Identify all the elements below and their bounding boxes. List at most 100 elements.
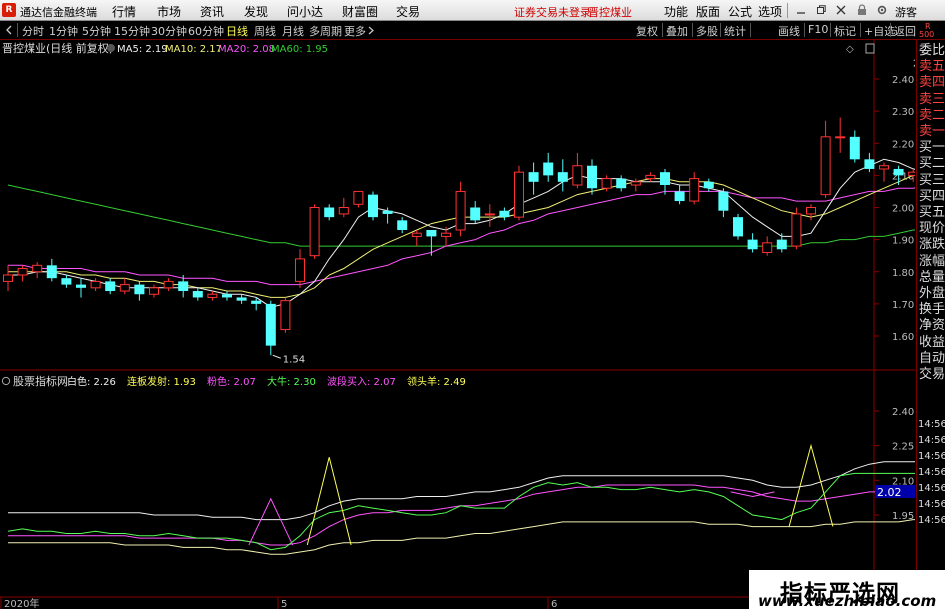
period-5min[interactable]: 5分钟	[82, 23, 111, 39]
btn-f10[interactable]: F10	[808, 23, 828, 36]
candle[interactable]	[470, 201, 481, 224]
close-icon[interactable]	[836, 5, 846, 15]
menu-discover[interactable]: 发现	[244, 3, 268, 20]
period-15min[interactable]: 15分钟	[114, 23, 150, 39]
period-weekly[interactable]: 周线	[254, 23, 276, 39]
lock-icon[interactable]	[856, 4, 868, 16]
candle[interactable]	[411, 229, 422, 247]
pane-options-icon[interactable]	[107, 44, 115, 52]
candle[interactable]	[455, 181, 466, 237]
candle[interactable]	[762, 236, 773, 256]
quote-field-label[interactable]: 卖二	[919, 107, 945, 124]
period-30min[interactable]: 30分钟	[151, 23, 187, 39]
candle[interactable]	[163, 278, 174, 292]
restore-icon[interactable]	[816, 5, 826, 15]
candle[interactable]	[660, 168, 670, 195]
candle[interactable]	[689, 172, 700, 205]
candle[interactable]	[674, 185, 685, 205]
quote-field-label[interactable]: 卖四	[919, 74, 945, 91]
candle[interactable]	[353, 190, 364, 208]
candle[interactable]	[557, 159, 568, 192]
period-monthly[interactable]: 月线	[282, 23, 304, 39]
period-multi[interactable]: 多周期	[309, 23, 342, 39]
candle[interactable]	[703, 178, 714, 192]
quote-field-label[interactable]: 卖一	[919, 123, 945, 140]
menu-layout[interactable]: 版面	[696, 3, 720, 20]
candle[interactable]	[514, 165, 524, 221]
candle[interactable]	[17, 265, 28, 282]
candle[interactable]	[309, 204, 320, 259]
candle[interactable]	[879, 162, 889, 182]
candlestick-series[interactable]	[3, 60, 916, 356]
candle[interactable]	[864, 152, 875, 173]
btn-restore-rights[interactable]: 复权	[636, 23, 658, 39]
indicator-options-icon[interactable]	[1, 376, 11, 386]
menu-ask[interactable]: 问小达	[287, 3, 323, 20]
candle[interactable]	[338, 197, 349, 218]
period-more[interactable]: 更多	[344, 23, 366, 39]
candle[interactable]	[207, 291, 218, 301]
quote-field-label[interactable]: 买二	[919, 155, 945, 172]
candle[interactable]	[499, 207, 510, 221]
user-guest-label[interactable]: 游客	[895, 4, 917, 20]
diamond-marker-icon[interactable]: ◇	[846, 44, 854, 55]
btn-mark[interactable]: 标记	[834, 23, 856, 39]
candle[interactable]	[324, 204, 335, 221]
candle[interactable]	[835, 117, 846, 153]
candle[interactable]	[543, 152, 554, 182]
candle[interactable]	[295, 249, 305, 288]
quote-field-label[interactable]: 现价	[919, 220, 945, 237]
candle[interactable]	[572, 152, 583, 189]
menu-options[interactable]: 选项	[758, 3, 782, 20]
candle[interactable]	[76, 278, 86, 298]
btn-return[interactable]: 返回	[894, 23, 916, 39]
trade-login-status[interactable]: 证券交易未登录	[514, 4, 591, 20]
candle[interactable]	[587, 159, 597, 195]
candle[interactable]	[3, 265, 13, 292]
candle[interactable]	[134, 281, 145, 301]
candle[interactable]	[820, 120, 831, 198]
quote-field-label[interactable]: 换手	[919, 301, 945, 318]
btn-statistics[interactable]: 统计	[724, 23, 746, 39]
candle[interactable]	[368, 191, 378, 221]
quote-field-label[interactable]: 外盘	[919, 285, 945, 302]
quote-field-label[interactable]: 委比	[919, 42, 945, 59]
candle[interactable]	[528, 162, 539, 195]
settings-icon[interactable]	[876, 4, 888, 16]
menu-quotes[interactable]: 行情	[112, 3, 136, 20]
btn-overlay[interactable]: 叠加	[666, 23, 688, 39]
back-arrow-icon[interactable]	[4, 25, 14, 35]
candle[interactable]	[733, 213, 743, 240]
quote-field-label[interactable]: 自动	[919, 350, 945, 367]
candle[interactable]	[149, 284, 159, 298]
menu-wealth[interactable]: 财富圈	[342, 3, 378, 20]
quote-field-label[interactable]: 涨跌	[919, 236, 945, 253]
candle[interactable]	[806, 204, 816, 221]
quote-field-label[interactable]: 买四	[919, 188, 945, 205]
quote-field-label[interactable]: 买五	[919, 204, 945, 221]
candle[interactable]	[397, 217, 408, 234]
btn-draw-line[interactable]: 画线	[778, 23, 800, 39]
menu-news[interactable]: 资讯	[200, 3, 224, 20]
candle[interactable]	[236, 294, 247, 304]
minimize-icon[interactable]	[796, 5, 806, 15]
quote-field-label[interactable]: 交易	[919, 366, 945, 383]
candle[interactable]	[105, 278, 116, 295]
quote-field-label[interactable]: 涨幅	[919, 253, 945, 270]
candle[interactable]	[46, 258, 57, 282]
candle[interactable]	[192, 287, 203, 301]
candle[interactable]	[280, 297, 291, 333]
chevron-right-icon[interactable]	[367, 26, 375, 35]
period-daily[interactable]: 日线	[226, 23, 248, 39]
chart-area[interactable]: 晋控煤业(日线 前复权) MA5: 2.19MA10: 2.17MA20: 2.…	[0, 40, 915, 609]
menu-formula[interactable]: 公式	[728, 3, 752, 20]
menu-trade[interactable]: 交易	[396, 3, 420, 20]
candle[interactable]	[849, 130, 860, 163]
menu-market[interactable]: 市场	[157, 3, 181, 20]
candle[interactable]	[630, 178, 641, 192]
candle[interactable]	[222, 291, 232, 301]
candle[interactable]	[90, 278, 101, 292]
quote-field-label[interactable]: 卖三	[919, 91, 945, 108]
candle[interactable]	[747, 233, 758, 253]
menu-function[interactable]: 功能	[664, 3, 688, 20]
